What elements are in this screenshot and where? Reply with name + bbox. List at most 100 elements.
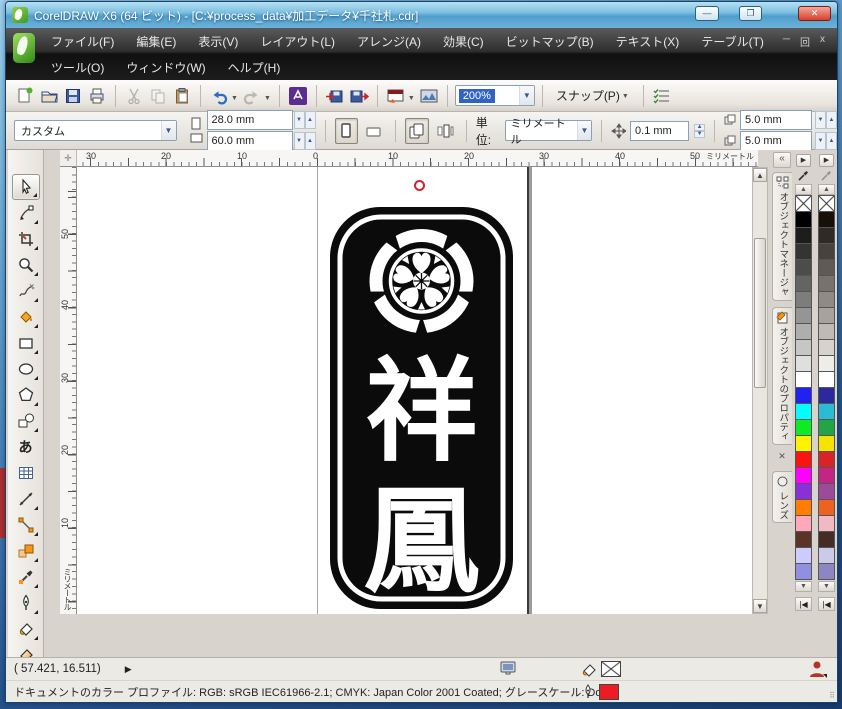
menu-view[interactable]: 表示(V) [187, 30, 249, 53]
units-combo[interactable]: ミリメートル ▼ [505, 120, 593, 141]
color-swatch[interactable] [818, 403, 835, 420]
color-swatch[interactable] [818, 435, 835, 452]
color-swatch[interactable] [795, 435, 812, 452]
blend-tool[interactable] [12, 538, 40, 564]
paper-height-field[interactable]: 60.0 mm [207, 131, 293, 151]
docker-close-icon[interactable]: ✕ [775, 451, 789, 465]
straight-line-connector-tool[interactable] [12, 512, 40, 538]
color-settings-icon[interactable] [500, 661, 516, 678]
snap-dropdown-arrow[interactable]: ▼ [622, 93, 629, 100]
menu-bitmaps[interactable]: ビットマップ(B) [495, 30, 605, 53]
color-swatch[interactable] [795, 547, 812, 564]
color-swatch[interactable] [818, 355, 835, 372]
paper-width-field[interactable]: 28.0 mm [207, 110, 293, 130]
menu-table[interactable]: テーブル(T) [690, 30, 775, 53]
menu-edit[interactable]: 編集(E) [125, 30, 187, 53]
menu-effects[interactable]: 効果(C) [432, 30, 495, 53]
color-swatch[interactable] [795, 515, 812, 532]
vertical-ruler[interactable]: ミリメートル 5040302010 [60, 167, 77, 614]
undo-icon[interactable] [208, 85, 230, 107]
color-swatch[interactable] [795, 483, 812, 500]
units-dropdown-arrow[interactable]: ▼ [577, 121, 592, 140]
crop-tool[interactable] [12, 226, 40, 252]
color-swatch[interactable] [795, 243, 812, 260]
color-swatch[interactable] [818, 547, 835, 564]
duplicate-x-field[interactable]: 5.0 mm [740, 110, 812, 130]
menu-text[interactable]: テキスト(X) [605, 30, 691, 53]
maximize-button[interactable]: ❐ [739, 6, 762, 21]
color-swatch[interactable] [818, 291, 835, 308]
tab-lens[interactable]: レンズ [772, 471, 792, 524]
menu-window[interactable]: ウィンドウ(W) [115, 56, 216, 79]
color-swatch[interactable] [818, 243, 835, 260]
color-swatch[interactable] [818, 211, 835, 228]
scroll-down-button[interactable]: ▼ [753, 599, 767, 613]
duplicate-y-field[interactable]: 5.0 mm [740, 131, 812, 151]
color-swatch[interactable] [818, 451, 835, 468]
color-swatch[interactable] [795, 355, 812, 372]
save-icon[interactable] [62, 85, 84, 107]
copy-icon[interactable] [147, 85, 169, 107]
menu-help[interactable]: ヘルプ(H) [217, 56, 292, 79]
welcome-screen-icon[interactable] [418, 85, 440, 107]
doc-close-button[interactable]: x [820, 34, 827, 49]
paste-icon[interactable] [171, 85, 193, 107]
fill-tool[interactable] [12, 616, 40, 642]
docker-collapse-button[interactable]: « [773, 152, 791, 168]
menu-file[interactable]: ファイル(F) [40, 30, 125, 53]
color-swatch[interactable] [795, 467, 812, 484]
palette-expand-button[interactable]: |◀ [795, 597, 812, 611]
color-swatch[interactable] [795, 451, 812, 468]
snap-dropdown[interactable]: スナップ(P) ▼ [550, 85, 636, 106]
tab-object-manager[interactable]: オブジェクトマネージャ [772, 172, 792, 301]
menu-layout[interactable]: レイアウト(L) [249, 30, 346, 53]
horizontal-ruler[interactable]: ミリメートル 30201001020304050 [60, 150, 758, 167]
undo-dropdown-arrow[interactable]: ▼ [231, 95, 238, 102]
palette-scroll-up[interactable]: ▲ [795, 184, 812, 195]
color-swatch[interactable] [818, 419, 835, 436]
color-swatch[interactable] [818, 195, 835, 212]
color-swatch[interactable] [818, 563, 835, 580]
palette-eyedropper-icon[interactable] [798, 169, 809, 183]
menu-tools[interactable]: ツール(O) [40, 56, 115, 79]
color-swatch[interactable] [818, 275, 835, 292]
vertical-scrollbar[interactable]: ▲ ▼ [752, 167, 768, 614]
redo-dropdown-arrow[interactable]: ▼ [264, 95, 271, 102]
zoom-tool[interactable] [12, 252, 40, 278]
color-swatch[interactable] [818, 531, 835, 548]
new-document-icon[interactable] [14, 85, 36, 107]
page-size-preset-combo[interactable]: カスタム ▼ [14, 120, 177, 141]
color-swatch[interactable] [818, 499, 835, 516]
portrait-button[interactable] [335, 118, 359, 144]
palette-flyout-button[interactable]: ▶ [796, 154, 811, 167]
freehand-tool[interactable] [12, 278, 40, 304]
color-swatch[interactable] [795, 339, 812, 356]
color-swatch[interactable] [795, 275, 812, 292]
color-swatch[interactable] [795, 403, 812, 420]
open-folder-icon[interactable] [38, 85, 60, 107]
palette-expand-button[interactable]: |◀ [818, 597, 835, 611]
polygon-tool[interactable] [12, 382, 40, 408]
smart-fill-tool[interactable] [12, 304, 40, 330]
doc-restore-button[interactable]: 回 [800, 34, 812, 49]
color-swatch[interactable] [818, 483, 835, 500]
color-swatch[interactable] [795, 531, 812, 548]
parallel-dimension-tool[interactable] [12, 486, 40, 512]
pick-tool[interactable] [12, 174, 40, 200]
color-swatch[interactable] [795, 291, 812, 308]
color-swatch[interactable] [795, 211, 812, 228]
red-circle-mark[interactable] [414, 180, 425, 191]
senjafuda-artwork[interactable]: 祥 鳳 [330, 207, 513, 609]
title-bar[interactable]: CorelDRAW X6 (64 ビット) - [C:¥process_data… [6, 2, 837, 28]
paper-height-spinner[interactable]: ▼▲ [294, 132, 316, 150]
color-swatch[interactable] [818, 259, 835, 276]
palette-scroll-down[interactable]: ▼ [818, 581, 835, 592]
color-swatch[interactable] [795, 227, 812, 244]
all-pages-button[interactable] [405, 118, 429, 144]
color-swatch[interactable] [795, 419, 812, 436]
rectangle-tool[interactable] [12, 330, 40, 356]
scroll-up-button[interactable]: ▲ [753, 168, 767, 182]
ruler-origin[interactable]: ✛ [60, 150, 77, 167]
launcher-dropdown-arrow[interactable]: ▼ [408, 95, 415, 102]
color-swatch[interactable] [818, 307, 835, 324]
